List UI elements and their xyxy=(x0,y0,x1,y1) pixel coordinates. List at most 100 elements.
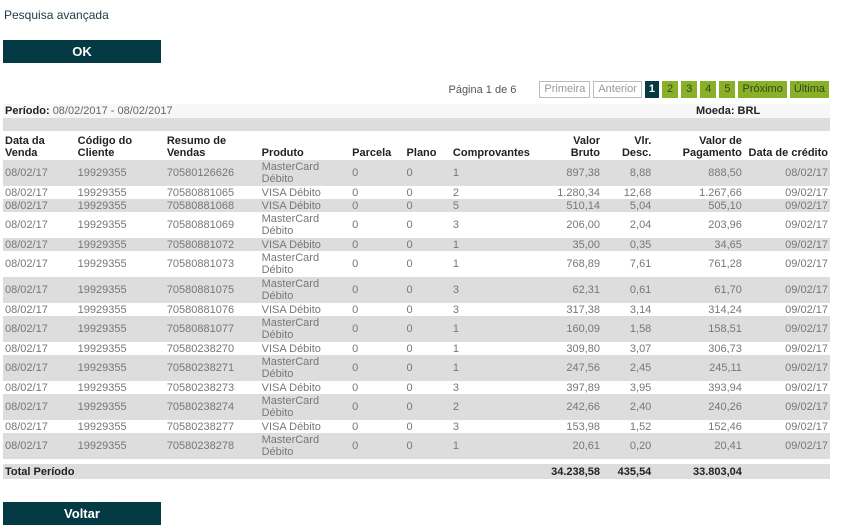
next-page-button[interactable]: Próximo xyxy=(738,81,787,98)
cell-valor-bruto: 247,56 xyxy=(542,355,603,381)
cell-plano: 0 xyxy=(404,420,451,433)
cell-valor-pagamento: 152,46 xyxy=(653,420,744,433)
cell-plano: 0 xyxy=(404,394,451,420)
cell-plano: 0 xyxy=(404,316,451,342)
cell-codigo-cliente: 19929355 xyxy=(75,277,165,303)
page-4-button[interactable]: 4 xyxy=(700,81,717,98)
table-row: 08/02/17 19929355 70580881077 MasterCard Dé… xyxy=(3,316,830,342)
cell-parcela: 0 xyxy=(350,303,405,316)
col-valor-pagamento: Valor de Pagamento xyxy=(653,131,744,160)
cell-vlr-desc: 2,04 xyxy=(602,212,654,238)
cell-vlr-desc: 7,61 xyxy=(602,251,654,277)
cell-data-venda: 08/02/17 xyxy=(3,303,76,316)
cell-produto: VISA Débito xyxy=(259,420,351,433)
cell-plano: 0 xyxy=(404,251,451,277)
cell-produto: MasterCard Débito xyxy=(259,394,351,420)
cell-data-credito: 09/02/17 xyxy=(743,342,830,355)
cell-valor-pagamento: 306,73 xyxy=(653,342,744,355)
cell-valor-pagamento: 158,51 xyxy=(653,316,744,342)
cell-plano: 0 xyxy=(404,381,451,394)
cell-plano: 0 xyxy=(404,342,451,355)
cell-valor-pagamento: 314,24 xyxy=(653,303,744,316)
cell-comprovantes: 1 xyxy=(450,355,543,381)
col-plano: Plano xyxy=(404,131,451,160)
cell-comprovantes: 1 xyxy=(450,238,543,251)
cell-data-venda: 08/02/17 xyxy=(3,251,76,277)
cell-valor-pagamento: 888,50 xyxy=(653,160,744,186)
page-2-button[interactable]: 2 xyxy=(661,81,679,98)
cell-valor-bruto: 768,89 xyxy=(542,251,603,277)
cell-valor-bruto: 1.280,34 xyxy=(542,186,603,199)
cell-data-credito: 09/02/17 xyxy=(743,381,830,394)
cell-data-venda: 08/02/17 xyxy=(3,433,76,459)
page-1-button[interactable]: 1 xyxy=(644,81,659,98)
cell-parcela: 0 xyxy=(350,238,405,251)
cell-vlr-desc: 0,61 xyxy=(602,277,654,303)
last-page-button[interactable]: Última xyxy=(789,81,829,98)
sales-table: Data da Venda Código do Cliente Resumo d… xyxy=(3,131,830,479)
cell-produto: MasterCard Débito xyxy=(259,355,351,381)
cell-resumo-vendas: 70580238270 xyxy=(164,342,260,355)
cell-data-credito: 09/02/17 xyxy=(743,394,830,420)
cell-vlr-desc: 3,07 xyxy=(602,342,654,355)
cell-valor-pagamento: 1.267,66 xyxy=(653,186,744,199)
cell-comprovantes: 2 xyxy=(450,186,543,199)
total-label: Total Período xyxy=(3,464,543,479)
period-value: 08/02/2017 - 08/02/2017 xyxy=(52,105,173,117)
cell-data-venda: 08/02/17 xyxy=(3,212,76,238)
cell-comprovantes: 1 xyxy=(450,160,543,186)
table-row: 08/02/17 19929355 70580238278 MasterCard Dé… xyxy=(3,433,830,459)
cell-vlr-desc: 5,04 xyxy=(602,199,654,212)
previous-page-button[interactable]: Anterior xyxy=(593,81,642,98)
table-row: 08/02/17 19929355 70580881065 VISA Débito 0 0… xyxy=(3,186,830,199)
cell-valor-bruto: 62,31 xyxy=(542,277,603,303)
cell-codigo-cliente: 19929355 xyxy=(75,199,165,212)
cell-produto: MasterCard Débito xyxy=(259,277,351,303)
cell-data-credito: 09/02/17 xyxy=(743,303,830,316)
cell-codigo-cliente: 19929355 xyxy=(75,316,165,342)
cell-parcela: 0 xyxy=(350,251,405,277)
total-pagamento: 33.803,04 xyxy=(653,464,744,479)
cell-vlr-desc: 12,68 xyxy=(602,186,654,199)
cell-produto: MasterCard Débito xyxy=(259,160,351,186)
cell-produto: MasterCard Débito xyxy=(259,212,351,238)
cell-data-credito: 09/02/17 xyxy=(743,277,830,303)
cell-valor-bruto: 35,00 xyxy=(542,238,603,251)
page-3-button[interactable]: 3 xyxy=(681,81,698,98)
cell-data-venda: 08/02/17 xyxy=(3,316,76,342)
cell-produto: MasterCard Débito xyxy=(259,316,351,342)
cell-vlr-desc: 1,52 xyxy=(602,420,654,433)
cell-valor-bruto: 153,98 xyxy=(542,420,603,433)
cell-data-credito: 09/02/17 xyxy=(743,199,830,212)
cell-resumo-vendas: 70580881069 xyxy=(164,212,260,238)
cell-comprovantes: 1 xyxy=(450,251,543,277)
back-button[interactable]: Voltar xyxy=(3,502,161,525)
cell-codigo-cliente: 19929355 xyxy=(75,303,165,316)
cell-vlr-desc: 2,40 xyxy=(602,394,654,420)
page-5-button[interactable]: 5 xyxy=(719,81,736,98)
cell-resumo-vendas: 70580881072 xyxy=(164,238,260,251)
cell-valor-bruto: 397,89 xyxy=(542,381,603,394)
cell-valor-pagamento: 505,10 xyxy=(653,199,744,212)
cell-plano: 0 xyxy=(404,160,451,186)
cell-resumo-vendas: 70580238277 xyxy=(164,420,260,433)
first-page-button[interactable]: Primeira xyxy=(539,81,591,98)
table-row: 08/02/17 19929355 70580881073 MasterCard Dé… xyxy=(3,251,830,277)
cell-valor-bruto: 20,61 xyxy=(542,433,603,459)
ok-button[interactable]: OK xyxy=(3,40,161,63)
cell-resumo-vendas: 70580238271 xyxy=(164,355,260,381)
cell-codigo-cliente: 19929355 xyxy=(75,251,165,277)
cell-resumo-vendas: 70580238278 xyxy=(164,433,260,459)
cell-parcela: 0 xyxy=(350,394,405,420)
cell-codigo-cliente: 19929355 xyxy=(75,212,165,238)
cell-data-venda: 08/02/17 xyxy=(3,342,76,355)
page-title: Pesquisa avançada xyxy=(4,8,109,22)
cell-codigo-cliente: 19929355 xyxy=(75,394,165,420)
cell-plano: 0 xyxy=(404,199,451,212)
cell-comprovantes: 3 xyxy=(450,381,543,394)
cell-data-credito: 08/02/17 xyxy=(743,160,830,186)
cell-plano: 0 xyxy=(404,212,451,238)
cell-data-credito: 09/02/17 xyxy=(743,420,830,433)
col-resumo-vendas: Resumo de Vendas xyxy=(164,131,260,160)
cell-valor-pagamento: 20,41 xyxy=(653,433,744,459)
